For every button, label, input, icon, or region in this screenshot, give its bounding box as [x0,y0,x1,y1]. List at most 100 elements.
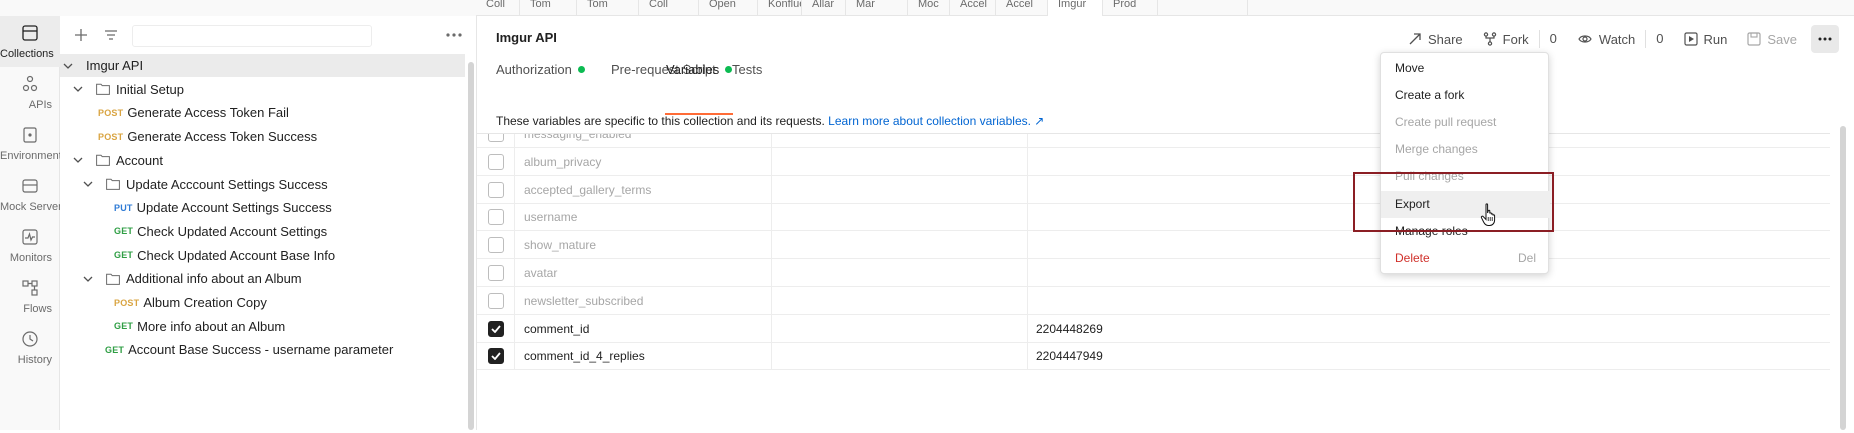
sidebar-scrollbar[interactable] [468,62,474,430]
variable-checkbox[interactable] [487,292,504,309]
current-value-cell[interactable] [1027,175,1028,204]
top-tab-5[interactable]: Konfluen [758,0,802,16]
rail-item-apis[interactable]: APIs [0,67,60,118]
menu-item-create-a-fork[interactable]: Create a fork [1381,82,1550,109]
current-value-cell[interactable] [1027,314,1028,343]
request-item[interactable]: POST Album Creation Copy [60,291,465,314]
request-item[interactable]: PUT Update Account Settings Success [60,196,465,219]
chevron-down-icon[interactable] [82,178,94,190]
variable-checkbox[interactable] [487,265,504,281]
top-tab-12[interactable]: Prod [1103,0,1158,16]
variable-name[interactable]: show_mature [524,238,596,252]
top-tab-11[interactable]: Imgur [1048,0,1103,16]
top-tab-13[interactable] [1158,0,1248,16]
initial-value-cell[interactable] [771,147,772,176]
menu-item-delete[interactable]: Delete Del [1381,245,1550,272]
variable-checkbox[interactable] [487,134,504,142]
request-item[interactable]: GET Check Updated Account Base Info [60,244,465,267]
variable-value[interactable]: 2204447949 [1036,349,1103,363]
tree-item-label: Imgur API [86,58,144,73]
watch-button[interactable]: Watch [1567,25,1645,53]
filter-button[interactable] [98,16,124,54]
collection-item[interactable]: Imgur API [60,54,465,77]
run-button[interactable]: Run [1674,25,1738,53]
variable-name[interactable]: avatar [524,266,557,280]
top-tab-7[interactable]: Mar [846,0,908,16]
current-value-cell[interactable] [1027,134,1028,148]
initial-value-cell[interactable] [771,175,772,204]
variable-name[interactable]: messaging_enabled [524,134,631,141]
chevron-down-icon[interactable] [82,273,94,285]
chevron-down-icon[interactable] [62,60,74,72]
variable-name[interactable]: username [524,210,577,224]
initial-value-cell[interactable] [771,314,772,343]
variable-checkbox[interactable] [487,237,504,254]
sidebar-search-input[interactable] [132,25,372,47]
rail-item-collections[interactable]: Collections [0,16,60,67]
tab-tests[interactable]: Tests [732,62,762,77]
initial-value-cell[interactable] [771,259,772,287]
new-collection-button[interactable] [64,16,98,54]
variable-name[interactable]: accepted_gallery_terms [524,183,651,197]
initial-value-cell[interactable] [771,203,772,232]
top-tab-9[interactable]: Accel [950,0,996,16]
more-actions-button[interactable] [1811,25,1839,53]
folder-item[interactable]: Additional info about an Album [60,267,465,290]
top-tab-1[interactable]: Tom [520,0,577,16]
folder-item[interactable]: Account [60,149,465,172]
top-tab-6[interactable]: Allar [802,0,846,16]
request-item[interactable]: GET Account Base Success - username param… [60,338,465,361]
top-tab-2[interactable]: Tom [577,0,639,16]
more-options-icon[interactable] [446,33,462,37]
rail-item-mock-servers[interactable]: Mock Servers [0,169,60,220]
chevron-down-icon[interactable] [72,154,84,166]
rail-item-flows[interactable]: Flows [0,271,60,322]
current-value-cell[interactable] [1027,286,1028,315]
request-item[interactable]: GET More info about an Album [60,315,465,338]
initial-value-cell[interactable] [771,286,772,315]
initial-value-cell[interactable] [771,342,772,371]
current-value-cell[interactable] [1027,147,1028,176]
variable-checkbox[interactable] [487,181,504,198]
initial-value-cell[interactable] [771,231,772,260]
top-tab-0[interactable]: Coll [476,0,520,16]
share-button[interactable]: Share [1398,25,1473,53]
folder-item[interactable]: Update Acccount Settings Success [60,173,465,196]
current-value-cell[interactable] [1027,342,1028,371]
variable-checkbox[interactable] [487,153,504,170]
current-value-cell[interactable] [1027,203,1028,232]
top-tab-4[interactable]: Open [699,0,758,16]
initial-value-cell[interactable] [771,134,772,148]
chevron-down-icon[interactable] [72,83,84,95]
rail-item-environments[interactable]: Environments [0,118,60,169]
variable-name[interactable]: newsletter_subscribed [524,294,643,308]
request-item[interactable]: GET Check Updated Account Settings [60,220,465,243]
folder-item[interactable]: Initial Setup [60,78,465,101]
rail-item-monitors[interactable]: Monitors [0,220,60,271]
tab-variables[interactable]: Variables [666,62,733,77]
tab-authorization[interactable]: Authorization [496,62,585,77]
top-tab-8[interactable]: Moc [908,0,950,16]
fork-button[interactable]: Fork [1473,25,1539,53]
top-tab-10[interactable]: Accel [996,0,1048,16]
rail-item-history[interactable]: History [0,322,60,373]
variable-checkbox[interactable] [487,348,504,365]
learn-more-link[interactable]: Learn more about collection variables. ↗ [828,114,1044,128]
current-value-cell[interactable] [1027,231,1028,260]
current-value-cell[interactable] [1027,259,1028,287]
variable-name[interactable]: comment_id_4_replies [524,349,645,363]
top-tab-3[interactable]: Coll [639,0,699,16]
menu-item-move[interactable]: Move [1381,55,1550,82]
variable-name[interactable]: album_privacy [524,155,601,169]
save-button[interactable]: Save [1737,25,1807,53]
request-item[interactable]: POST Generate Access Token Fail [60,101,465,124]
editor-scrollbar[interactable] [1840,126,1846,430]
run-label: Run [1703,31,1728,47]
rail-label: History [17,353,52,366]
variable-value[interactable]: 2204448269 [1036,322,1103,336]
variable-checkbox[interactable] [487,209,504,226]
variable-checkbox[interactable] [487,320,504,337]
share-label: Share [1427,31,1463,47]
variable-name[interactable]: comment_id [524,322,589,336]
request-item[interactable]: POST Generate Access Token Success [60,125,465,148]
